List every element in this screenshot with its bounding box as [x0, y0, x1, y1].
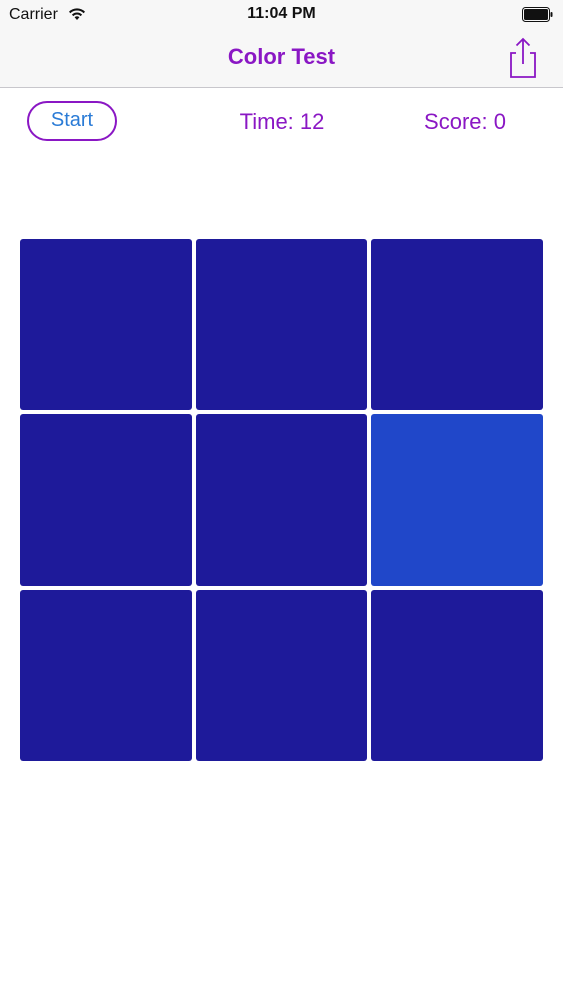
color-tile[interactable]	[371, 239, 543, 411]
battery-icon	[522, 7, 553, 22]
color-tile[interactable]	[20, 414, 192, 586]
score-label: Score: 0	[424, 109, 506, 134]
color-tile[interactable]	[195, 239, 368, 411]
color-tile[interactable]	[20, 589, 192, 761]
color-tile[interactable]	[371, 589, 543, 761]
start-button[interactable]: Start	[27, 101, 117, 141]
timer-label: Time: 12	[239, 109, 325, 134]
color-tile[interactable]	[20, 239, 192, 411]
color-grid	[20, 239, 543, 761]
color-tile[interactable]	[195, 414, 368, 586]
color-tile-odd[interactable]	[371, 414, 543, 586]
status-time: 11:04 PM	[247, 5, 316, 22]
share-icon	[510, 37, 536, 78]
page-title: Color Test	[227, 44, 336, 69]
status-bar: Carrier 11:04 PM	[0, 0, 563, 30]
navigation-bar: Color Test	[0, 30, 563, 88]
app-screen: Carrier 11:04 PM Color Test Start Time: …	[0, 0, 563, 1000]
share-button[interactable]	[503, 36, 543, 80]
color-tile[interactable]	[195, 589, 368, 761]
